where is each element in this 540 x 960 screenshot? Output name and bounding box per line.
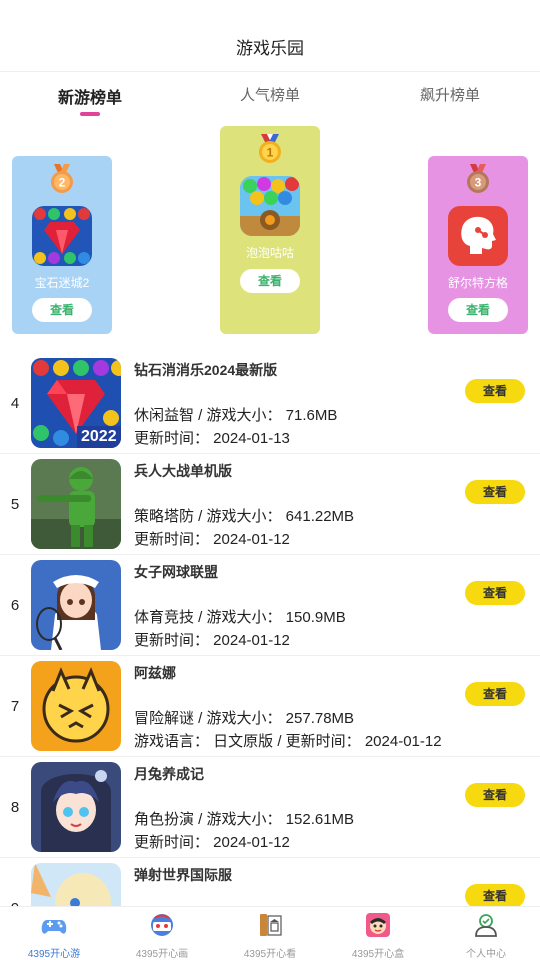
view-button[interactable]: 查看 xyxy=(448,298,508,322)
nav-label: 4395开心画 xyxy=(135,949,189,960)
game-thumbnail xyxy=(31,560,121,650)
list-item[interactable]: 8 月兔养成记 角色扮演 / 游戏大小： 152.61MB 更新时间： 2024… xyxy=(0,757,540,858)
game-thumbnail xyxy=(31,762,121,852)
app-icon-bubble-pop xyxy=(240,176,300,236)
svg-text:2: 2 xyxy=(59,176,66,190)
list-item[interactable]: 5 兵人大战单机版 策略塔防 / 游戏大小： 641.22MB 更新时间： 20… xyxy=(0,454,540,555)
active-tab-indicator xyxy=(80,112,100,116)
game-thumbnail: 2022 xyxy=(31,358,121,448)
nav-label: 个人中心 xyxy=(466,949,506,960)
svg-text:3: 3 xyxy=(475,176,482,190)
game-category-size: 策略塔防 / 游戏大小： 641.22MB xyxy=(134,508,355,525)
app-icon-gem-city xyxy=(32,206,92,266)
comic-icon xyxy=(149,912,175,938)
game-title: 弹射世界国际服 xyxy=(134,867,232,883)
nav-item-box[interactable]: 4395开心盒 xyxy=(324,907,432,960)
game-category-size: 体育竞技 / 游戏大小： 150.9MB xyxy=(134,609,346,626)
view-button[interactable]: 查看 xyxy=(465,884,525,906)
svg-text:1: 1 xyxy=(267,146,274,160)
app-icon-schulte-grid xyxy=(448,206,508,266)
bottom-navigation: 4395开心游 4395开心画 4395开心看 4395开心盒 个人中心 xyxy=(0,906,540,960)
game-thumbnail xyxy=(31,863,121,906)
rank-number: 4 xyxy=(10,395,20,412)
game-category-size: 角色扮演 / 游戏大小： 152.61MB xyxy=(134,811,355,828)
nav-label: 4395开心游 xyxy=(27,949,81,960)
podium-app-name: 宝石迷城2 xyxy=(34,276,90,290)
list-item[interactable]: 4 2022 钻石消消乐2024最新版 休闲益智 / 游戏大小： 71.6MB … xyxy=(0,353,540,454)
podium-app-name: 泡泡咕咕 xyxy=(245,246,294,260)
game-list: 4 2022 钻石消消乐2024最新版 休闲益智 / 游戏大小： 71.6MB … xyxy=(0,353,540,906)
gold-medal-icon: 1 xyxy=(255,134,285,164)
game-language-update: 游戏语言： 日文原版 / 更新时间： 2024-01-12 xyxy=(134,733,442,750)
game-thumbnail xyxy=(31,459,121,549)
nav-item-read[interactable]: 4395开心看 xyxy=(216,907,324,960)
game-title: 月兔养成记 xyxy=(134,766,204,782)
view-button[interactable]: 查看 xyxy=(465,480,525,504)
game-category-size: 冒险解谜 / 游戏大小： 257.78MB xyxy=(134,710,355,727)
game-update-time: 更新时间： 2024-01-12 xyxy=(134,834,290,851)
tab-popular[interactable]: 人气榜单 xyxy=(210,84,330,105)
app-header: 游戏乐园 xyxy=(0,0,540,72)
nav-item-comic[interactable]: 4395开心画 xyxy=(108,907,216,960)
podium-app-name: 舒尔特方格 xyxy=(447,276,508,290)
game-title: 阿兹娜 xyxy=(134,665,176,681)
game-update-time: 更新时间： 2024-01-12 xyxy=(134,632,290,649)
game-title: 钻石消消乐2024最新版 xyxy=(134,362,278,378)
rank-number: 8 xyxy=(10,799,20,816)
list-item[interactable]: 9 弹射世界国际服 查看 xyxy=(0,858,540,906)
view-button[interactable]: 查看 xyxy=(32,298,92,322)
list-item[interactable]: 6 女子网球联盟 体育竞技 / 游戏大小： 150.9MB 更新时间： 2024… xyxy=(0,555,540,656)
profile-icon xyxy=(473,912,499,938)
game-update-time: 更新时间： 2024-01-13 xyxy=(134,430,290,447)
rank-number: 5 xyxy=(10,496,20,513)
tab-rising[interactable]: 飙升榜单 xyxy=(390,84,510,105)
page-title: 游戏乐园 xyxy=(236,39,304,58)
view-button[interactable]: 查看 xyxy=(465,581,525,605)
game-category-size: 休闲益智 / 游戏大小： 71.6MB xyxy=(134,407,338,424)
nav-label: 4395开心盒 xyxy=(351,949,405,960)
game-thumbnail xyxy=(31,661,121,751)
tab-new-games[interactable]: 新游榜单 xyxy=(30,84,150,108)
view-button[interactable]: 查看 xyxy=(465,682,525,706)
game-title: 兵人大战单机版 xyxy=(134,463,232,479)
rank-number: 6 xyxy=(10,597,20,614)
ranking-tabs: 新游榜单 人气榜单 飙升榜单 xyxy=(0,72,540,122)
view-button[interactable]: 查看 xyxy=(465,783,525,807)
podium-card-rank-3[interactable]: 3 舒尔特方格 查看 xyxy=(428,156,528,334)
list-item[interactable]: 7 阿兹娜 冒险解谜 / 游戏大小： 257.78MB 游戏语言： 日文原版 /… xyxy=(0,656,540,757)
silver-medal-icon: 2 xyxy=(47,164,77,194)
podium-card-rank-1[interactable]: 1 泡泡咕咕 查看 xyxy=(220,126,320,334)
nav-item-profile[interactable]: 个人中心 xyxy=(432,907,540,960)
podium-card-rank-2[interactable]: 2 宝石迷城2 查看 xyxy=(12,156,112,334)
gamepad-icon xyxy=(41,912,67,938)
view-button[interactable]: 查看 xyxy=(240,269,300,293)
view-button[interactable]: 查看 xyxy=(465,379,525,403)
nav-label: 4395开心看 xyxy=(243,949,297,960)
book-icon xyxy=(257,912,283,938)
character-box-icon xyxy=(365,912,391,938)
game-title: 女子网球联盟 xyxy=(134,564,218,580)
bronze-medal-icon: 3 xyxy=(463,164,493,194)
rank-number: 7 xyxy=(10,698,20,715)
nav-item-game[interactable]: 4395开心游 xyxy=(0,907,108,960)
year-badge: 2022 xyxy=(81,428,117,445)
game-update-time: 更新时间： 2024-01-12 xyxy=(134,531,290,548)
